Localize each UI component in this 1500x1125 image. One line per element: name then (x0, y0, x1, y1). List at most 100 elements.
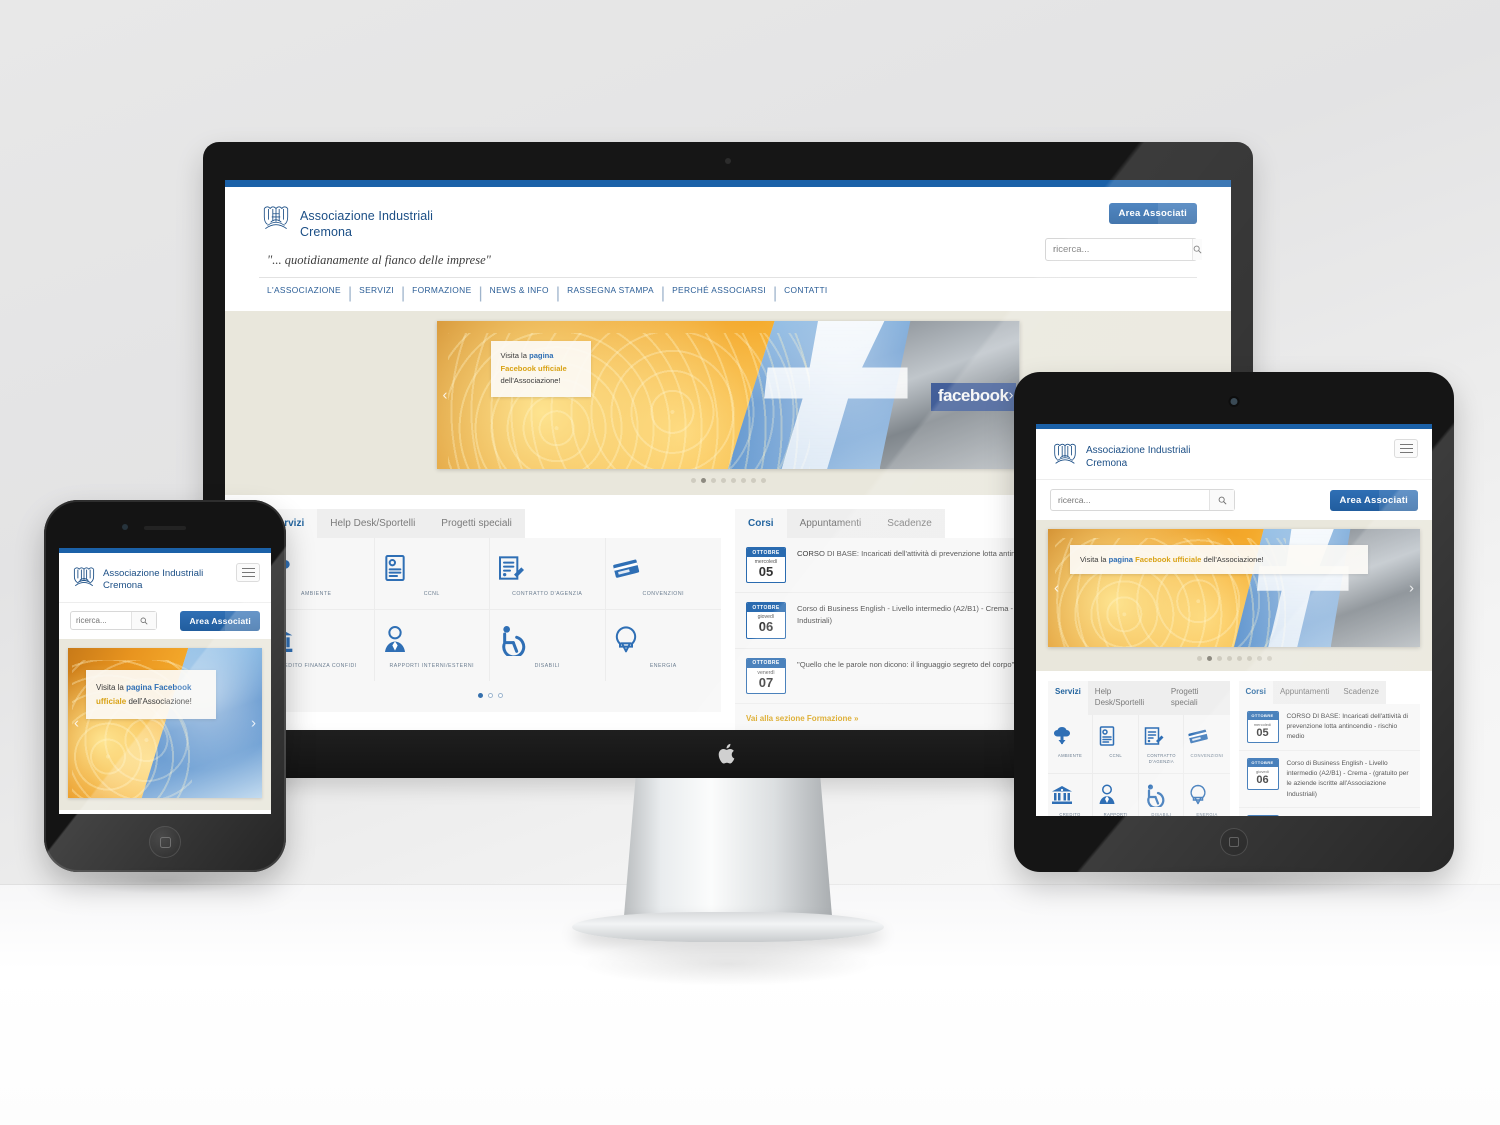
iphone-camera-icon (122, 524, 128, 530)
service-item-disabili[interactable]: DISABILI (490, 609, 606, 681)
service-label: AMBIENTE (1057, 752, 1083, 758)
service-item-ambiente[interactable]: AMBIENTE (1048, 714, 1094, 775)
hero-callout-card[interactable]: Visita la pagina Facebook ufficiale dell… (1070, 545, 1368, 575)
hero-callout-card[interactable]: Visita la pagina Facebook ufficiale dell… (490, 341, 591, 397)
hero-dot[interactable] (1256, 656, 1262, 661)
nav-separator: | (773, 285, 778, 302)
services-dot[interactable] (497, 692, 503, 698)
hero-pagination-dots[interactable] (1048, 656, 1420, 661)
hero-dot[interactable] (750, 478, 756, 483)
nav-item-servizi[interactable]: SERVIZI (359, 285, 394, 303)
event-date-badge: OTTOBRE mercoledì 05 (1246, 710, 1279, 743)
area-associati-button[interactable]: Area Associati (1108, 203, 1197, 224)
nav-item-rassegna-stampa[interactable]: RASSEGNA STAMPA (567, 285, 654, 303)
service-item-convenzioni[interactable]: CONVENZIONI (1184, 715, 1230, 775)
service-item-energia[interactable]: ENERGIA (1184, 774, 1229, 816)
hero-dot[interactable] (1246, 656, 1252, 661)
event-row[interactable]: OTTOBRE giovedì 06 Corso di Business Eng… (1238, 751, 1420, 808)
tab-corsi[interactable]: Corsi (735, 509, 787, 538)
tab-servizi[interactable]: Servizi (1048, 681, 1088, 715)
search-input[interactable] (1051, 490, 1209, 510)
chevron-right-icon[interactable]: › (1409, 580, 1414, 597)
desktop-top-accent-bar (225, 180, 1231, 187)
nav-item-perche-associarsi[interactable]: PERCHÉ ASSOCIARSI (672, 285, 766, 303)
service-item-rapporti[interactable]: RAPPORTI INTERNI/ESTERNI (1093, 774, 1140, 816)
nav-item-news-info[interactable]: NEWS & INFO (490, 285, 549, 303)
nav-item-contatti[interactable]: CONTATTI (784, 285, 827, 303)
event-title[interactable]: "Quello che le parole non dicono: il lin… (1287, 815, 1413, 816)
hero-dot[interactable] (710, 478, 716, 483)
service-item-contratto-agenzia[interactable]: CONTRATTO D'AGENZIA (1139, 714, 1185, 775)
chevron-right-icon[interactable]: › (251, 714, 256, 731)
search-input[interactable] (1046, 239, 1192, 260)
tab-appuntamenti[interactable]: Appuntamenti (1272, 681, 1337, 704)
service-item-credito-finanza[interactable]: CREDITO FINANZA CONFIDI (1048, 774, 1094, 816)
search-box[interactable] (1050, 489, 1235, 511)
search-icon[interactable] (131, 612, 156, 630)
tab-scadenze[interactable]: Scadenze (1336, 681, 1386, 704)
services-dot-active[interactable] (477, 692, 483, 698)
area-associati-button[interactable]: Area Associati (180, 610, 260, 631)
tab-scadenze[interactable]: Scadenze (874, 509, 945, 538)
chevron-left-icon[interactable]: ‹ (443, 387, 448, 404)
tab-appuntamenti[interactable]: Appuntamenti (786, 509, 875, 538)
service-item-disabili[interactable]: DISABILI (1139, 774, 1185, 816)
hero-dot-active[interactable] (1206, 656, 1212, 661)
event-title[interactable]: Corso di Business English - Livello inte… (1287, 758, 1413, 800)
hero-dot[interactable] (1216, 656, 1222, 661)
event-row[interactable]: OTTOBRE venerdì 07 "Quello che le parole… (1239, 808, 1421, 816)
service-item-ccnl[interactable]: CCNL (374, 538, 490, 610)
service-item-rapporti[interactable]: RAPPORTI INTERNI/ESTERNI (375, 609, 490, 681)
service-item-ccnl[interactable]: CCNL (1093, 714, 1140, 775)
services-icon-grid: AMBIENTE CCNL CONTRATTO D'AGENZIA CONVEN… (1048, 714, 1230, 816)
services-dot[interactable] (487, 692, 493, 698)
hero-dot[interactable] (1226, 656, 1232, 661)
hero-text-highlight-blue: pagina (529, 351, 554, 360)
tab-progetti-speciali[interactable]: Progetti speciali (428, 509, 525, 538)
brand-block[interactable]: Associazione Industriali Cremona (70, 563, 203, 593)
service-item-convenzioni[interactable]: CONVENZIONI (605, 538, 721, 610)
event-date-badge: OTTOBRE mercoledì 05 (746, 547, 786, 584)
ipad-home-button[interactable] (1220, 828, 1248, 856)
ipad-reflection (1069, 864, 1399, 898)
hero-dot[interactable] (730, 478, 736, 483)
chevron-left-icon[interactable]: ‹ (1054, 580, 1059, 597)
services-pagination-dots[interactable] (259, 681, 721, 712)
service-item-contratto-agenzia[interactable]: CONTRATTO D'AGENZIA (490, 538, 606, 610)
event-row[interactable]: OTTOBRE mercoledì 05 CORSO DI BASE: Inca… (1238, 704, 1420, 751)
search-input[interactable] (71, 612, 131, 630)
tab-progetti-speciali[interactable]: Progetti speciali (1163, 681, 1230, 715)
hero-carousel[interactable]: Visita la pagina Facebook ufficiale dell'… (68, 647, 262, 798)
hamburger-menu-icon[interactable] (1394, 439, 1418, 458)
brand-block[interactable]: Associazione Industriali Cremona (1050, 439, 1191, 470)
chevron-left-icon[interactable]: ‹ (74, 714, 79, 731)
nav-item-associazione[interactable]: L'ASSOCIAZIONE (267, 285, 341, 303)
hamburger-menu-icon[interactable] (236, 563, 260, 582)
hero-dot[interactable] (720, 478, 726, 483)
hero-dot[interactable] (1196, 656, 1202, 661)
hero-callout-card[interactable]: Visita la pagina Facebook ufficiale dell'… (86, 669, 216, 720)
hero-carousel[interactable]: facebook Visita la pagina Facebook uffic… (436, 321, 1020, 469)
hero-dot[interactable] (1236, 656, 1242, 661)
hero-dot[interactable] (690, 478, 696, 483)
area-associati-button[interactable]: Area Associati (1329, 489, 1418, 511)
hero-dot[interactable] (740, 478, 746, 483)
chevron-right-icon[interactable]: › (1009, 387, 1014, 404)
tab-help-desk[interactable]: Help Desk/Sportelli (317, 509, 429, 538)
hero-dot-active[interactable] (700, 478, 706, 483)
hero-dot[interactable] (1266, 656, 1272, 661)
nav-item-formazione[interactable]: FORMAZIONE (412, 285, 471, 303)
service-label: DISABILI (534, 662, 560, 669)
search-icon[interactable] (1209, 490, 1234, 510)
search-icon[interactable] (1192, 239, 1202, 260)
hero-dot[interactable] (760, 478, 766, 483)
tab-corsi[interactable]: Corsi (1238, 681, 1273, 704)
tab-help-desk[interactable]: Help Desk/Sportelli (1087, 681, 1164, 715)
service-item-energia[interactable]: ENERGIA (606, 610, 722, 681)
event-title[interactable]: CORSO DI BASE: Incaricati dell'attività … (1287, 711, 1413, 743)
hero-carousel[interactable]: Visita la pagina Facebook ufficiale dell… (1048, 529, 1420, 647)
imac-stand-base (572, 912, 884, 942)
search-box[interactable] (1045, 238, 1202, 261)
search-box[interactable] (70, 611, 157, 631)
iphone-home-button[interactable] (149, 826, 181, 858)
